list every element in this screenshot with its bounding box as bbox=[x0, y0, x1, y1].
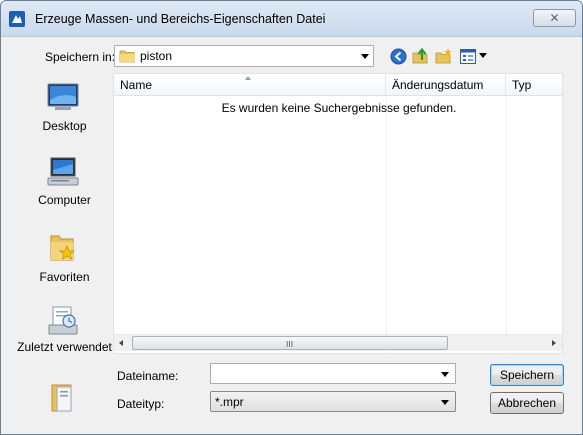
filename-input[interactable] bbox=[214, 364, 434, 383]
place-favorites[interactable]: Favoriten bbox=[16, 230, 113, 294]
save-dialog-window: Erzeuge Massen- und Bereichs-Eigenschaft… bbox=[0, 0, 583, 435]
app-logo-icon bbox=[9, 11, 25, 27]
place-label: Desktop bbox=[42, 119, 87, 133]
filetype-select[interactable]: *.mpr bbox=[210, 391, 456, 412]
places-bar: Desktop Computer Favoriten Zuletzt verwe… bbox=[16, 73, 113, 413]
column-header-date[interactable]: Änderungsdatum bbox=[386, 74, 506, 96]
place-label: Zuletzt verwendet bbox=[17, 340, 112, 354]
desktop-icon bbox=[47, 83, 79, 110]
new-folder-icon bbox=[435, 48, 452, 64]
filename-field[interactable] bbox=[210, 363, 456, 384]
close-button[interactable]: ✕ bbox=[533, 9, 576, 27]
chevron-down-icon[interactable] bbox=[441, 372, 449, 377]
view-dropdown-arrow-icon[interactable] bbox=[479, 53, 487, 58]
save-in-label: Speichern in: bbox=[45, 50, 116, 64]
sort-ascending-icon bbox=[245, 76, 251, 80]
new-folder-button[interactable] bbox=[434, 46, 454, 66]
chevron-down-icon bbox=[361, 54, 369, 59]
filetype-label: Dateityp: bbox=[117, 397, 165, 411]
empty-results-message: Es wurden keine Suchergebnisse gefunden. bbox=[221, 101, 457, 115]
up-folder-button[interactable] bbox=[411, 46, 431, 66]
back-icon bbox=[390, 48, 406, 64]
place-computer[interactable]: Computer bbox=[16, 156, 113, 216]
recent-icon bbox=[48, 306, 78, 335]
folder-icon bbox=[119, 50, 135, 63]
filetype-value: *.mpr bbox=[215, 395, 244, 409]
scroll-left-icon[interactable] bbox=[119, 340, 123, 346]
libraries-icon bbox=[51, 384, 72, 412]
chevron-down-icon bbox=[441, 400, 449, 405]
scrollbar-grip-icon: III bbox=[286, 340, 294, 349]
close-icon: ✕ bbox=[549, 11, 560, 25]
column-divider bbox=[506, 96, 507, 373]
filename-label: Dateiname: bbox=[117, 369, 179, 383]
place-recent[interactable]: Zuletzt verwendet bbox=[16, 305, 113, 375]
current-folder-name: piston bbox=[140, 49, 173, 63]
cancel-button[interactable]: Abbrechen bbox=[490, 392, 564, 414]
favorites-icon bbox=[50, 235, 76, 261]
place-desktop[interactable]: Desktop bbox=[16, 81, 113, 141]
window-title: Erzeuge Massen- und Bereichs-Eigenschaft… bbox=[35, 12, 326, 26]
save-button[interactable]: Speichern bbox=[490, 364, 564, 386]
scrollbar-thumb[interactable]: III bbox=[132, 336, 448, 350]
title-bar[interactable]: Erzeuge Massen- und Bereichs-Eigenschaft… bbox=[1, 1, 582, 37]
column-divider bbox=[386, 96, 387, 373]
place-libraries[interactable] bbox=[16, 379, 113, 413]
file-list[interactable]: Name Änderungsdatum Typ Es wurden keine … bbox=[113, 73, 563, 373]
column-header-name[interactable]: Name bbox=[114, 74, 386, 96]
computer-icon bbox=[47, 157, 79, 186]
view-menu-icon bbox=[460, 48, 476, 64]
column-header-type[interactable]: Typ bbox=[506, 74, 562, 96]
back-button[interactable] bbox=[388, 46, 408, 66]
scroll-right-icon[interactable] bbox=[552, 340, 556, 346]
view-menu-button[interactable] bbox=[458, 46, 478, 66]
place-label: Computer bbox=[38, 193, 91, 207]
save-in-combo[interactable]: piston bbox=[114, 45, 374, 67]
place-label: Favoriten bbox=[39, 270, 90, 284]
dialog-client-area: Speichern in: piston Desktop Computer Fa… bbox=[1, 38, 582, 434]
horizontal-scrollbar[interactable]: III bbox=[114, 334, 562, 351]
up-folder-icon bbox=[412, 47, 428, 64]
